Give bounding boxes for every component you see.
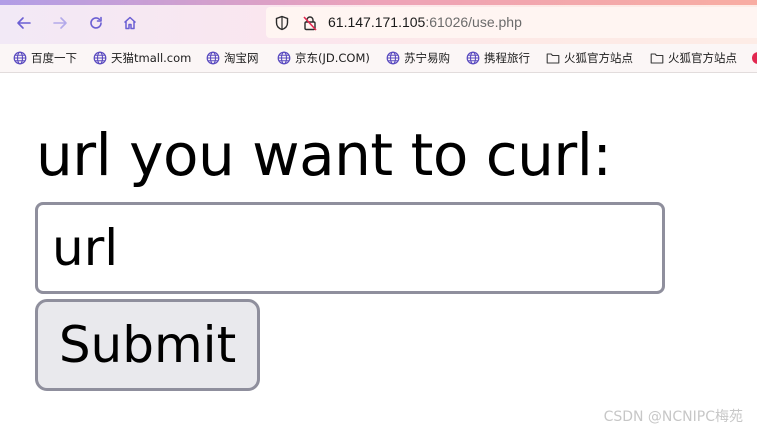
bookmark-item[interactable]: 淘宝网 (206, 49, 259, 67)
bookmark-item[interactable]: 携程旅行 (466, 49, 530, 67)
bookmark-overflow[interactable] (751, 49, 757, 67)
bookmarks-bar: 百度一下 天猫tmall.com 淘宝网 京东(JD.COM) 苏宁易购 携程旅… (0, 44, 757, 73)
bookmark-item[interactable]: 京东(JD.COM) (277, 49, 370, 67)
home-icon (123, 16, 137, 30)
reload-icon (90, 16, 102, 29)
bookmark-label: 携程旅行 (484, 51, 530, 65)
reload-button[interactable] (83, 10, 109, 36)
url-host: 61.147.171.105 (328, 14, 426, 30)
globe-icon (93, 51, 107, 65)
url-input[interactable] (35, 202, 665, 294)
watermark: CSDN @NCNIPC梅苑 (603, 409, 743, 425)
bookmark-folder[interactable]: 火狐官方站点 (650, 49, 737, 67)
address-bar[interactable]: 61.147.171.105:61026/use.php (266, 7, 757, 38)
page-content: url you want to curl: Submit (0, 73, 757, 434)
arrow-left-icon (17, 17, 31, 29)
url-path: :61026/use.php (425, 14, 522, 30)
red-circle-icon (752, 52, 757, 64)
bookmark-label: 淘宝网 (224, 51, 259, 65)
forward-button[interactable] (47, 10, 73, 36)
bookmark-item[interactable]: 苏宁易购 (386, 49, 450, 67)
bookmark-label: 火狐官方站点 (564, 51, 633, 65)
arrow-right-icon (53, 17, 67, 29)
globe-icon (386, 51, 400, 65)
page-heading: url you want to curl: (36, 121, 612, 189)
bookmark-item[interactable]: 百度一下 (13, 49, 77, 67)
folder-icon (650, 53, 664, 64)
globe-icon (13, 51, 27, 65)
back-button[interactable] (11, 10, 37, 36)
shield-icon[interactable] (274, 15, 290, 31)
insecure-lock-icon[interactable] (302, 15, 318, 31)
globe-icon (466, 51, 480, 65)
globe-icon (277, 51, 291, 65)
bookmark-label: 百度一下 (31, 51, 77, 65)
folder-icon (546, 53, 560, 64)
bookmark-label: 火狐官方站点 (668, 51, 737, 65)
bookmark-label: 天猫tmall.com (111, 51, 192, 65)
submit-button[interactable]: Submit (35, 299, 260, 391)
toolbar-accent-strip (0, 0, 757, 5)
globe-icon (206, 51, 220, 65)
browser-toolbar: 61.147.171.105:61026/use.php (0, 0, 757, 44)
bookmark-label: 京东(JD.COM) (295, 51, 370, 65)
bookmark-item[interactable]: 天猫tmall.com (93, 49, 191, 67)
bookmark-label: 苏宁易购 (404, 51, 450, 65)
url-text[interactable]: 61.147.171.105:61026/use.php (328, 13, 522, 31)
bookmark-folder[interactable]: 火狐官方站点 (546, 49, 633, 67)
home-button[interactable] (117, 10, 143, 36)
